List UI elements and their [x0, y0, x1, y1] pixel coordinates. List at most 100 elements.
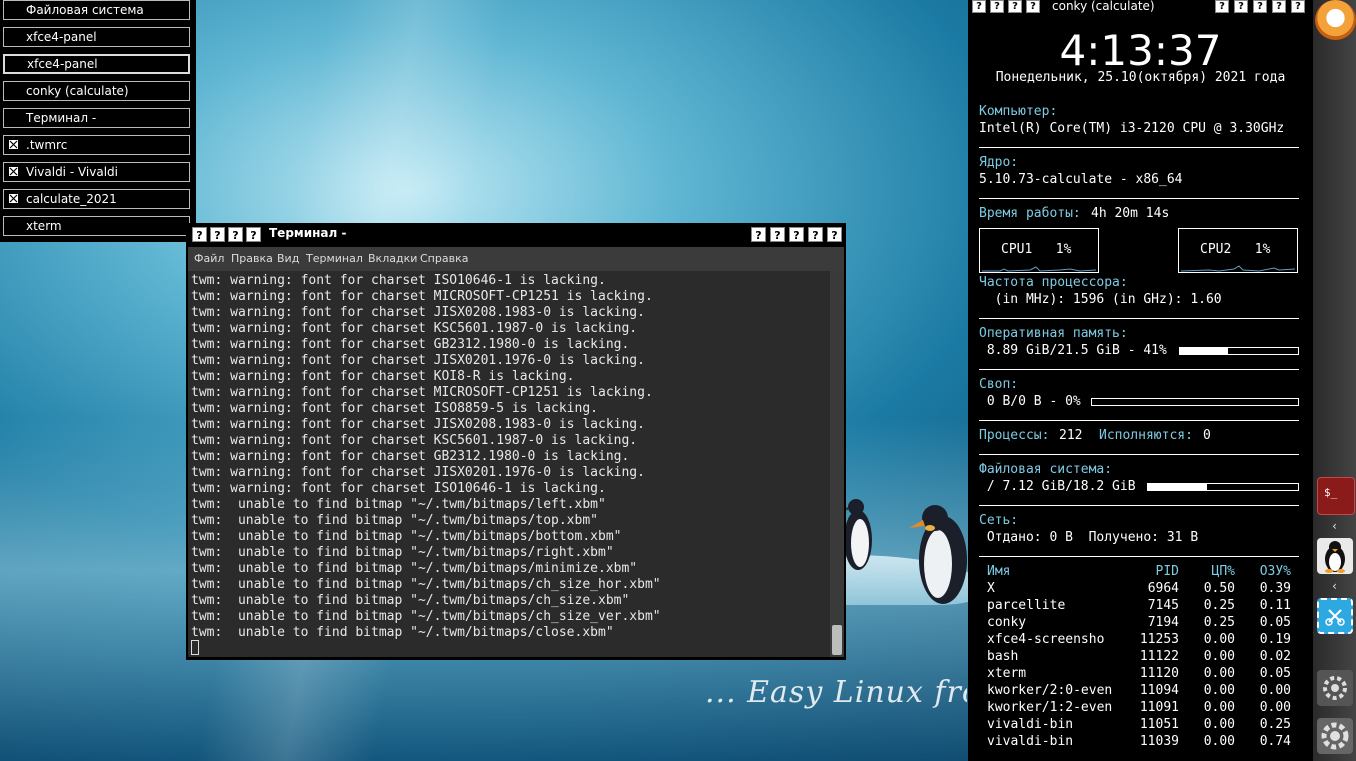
ram-bar-fill [1180, 348, 1229, 354]
filesystem-bar [1147, 483, 1299, 491]
process-table-cell: 11122 [1139, 649, 1179, 664]
menu-tabs[interactable]: Вкладки [368, 252, 417, 265]
cpu1-graph: CPU1 1% [979, 228, 1099, 273]
title-button[interactable]: ? [210, 227, 225, 242]
process-table-cell: 0.05 [1259, 666, 1291, 681]
menu-terminal[interactable]: Терминал [306, 252, 363, 265]
terminal-title: Терминал - [269, 226, 347, 240]
settings-tool-icon[interactable] [1317, 670, 1353, 706]
process-table-header: Имя [987, 564, 1011, 579]
title-button[interactable]: ? [1272, 0, 1286, 13]
terminal-line: twm: unable to find bitmap "~/.twm/bitma… [191, 625, 614, 640]
ram-bar [1179, 347, 1299, 355]
terminal-output[interactable]: twm: warning: font for charset ISO10646-… [188, 271, 830, 657]
title-button[interactable]: ? [990, 0, 1004, 13]
chevron-left-icon[interactable]: ‹ [1313, 519, 1356, 533]
screenshot-icon[interactable] [1317, 598, 1353, 634]
title-button[interactable]: ? [246, 227, 261, 242]
icon-manager-item[interactable]: .twmrc [3, 135, 190, 155]
menu-edit[interactable]: Правка [231, 252, 273, 265]
process-table-cell: xterm [987, 666, 1027, 681]
icon-manager-label: calculate_2021 [26, 192, 117, 206]
terminal-line: twm: unable to find bitmap "~/.twm/bitma… [191, 561, 638, 576]
terminal-line: twm: warning: font for charset MICROSOFT… [191, 385, 653, 400]
title-button[interactable]: ? [972, 0, 986, 13]
computer-value: Intel(R) Core(TM) i3-2120 CPU @ 3.30GHz [979, 121, 1285, 136]
app-logo-icon[interactable] [1315, 0, 1356, 40]
conky-window: ? ? ? ? conky (calculate) ? ? ? ? ? 4:13… [968, 0, 1313, 761]
title-button[interactable]: ? [1026, 0, 1040, 13]
terminal-line: twm: unable to find bitmap "~/.twm/bitma… [191, 513, 598, 528]
process-table-cell: 11120 [1139, 666, 1179, 681]
process-table-cell: 7145 [1147, 598, 1179, 613]
icon-manager-item[interactable]: xfce4-panel [3, 27, 190, 47]
terminal-line: twm: unable to find bitmap "~/.twm/bitma… [191, 577, 661, 592]
tux-icon[interactable] [1317, 538, 1353, 574]
process-table-cell: 0.05 [1259, 615, 1291, 630]
title-button[interactable]: ? [1253, 0, 1267, 13]
icon-manager-item[interactable]: conky (calculate) [3, 81, 190, 101]
icon-manager-item[interactable]: Vivaldi - Vivaldi [3, 162, 190, 182]
terminal-line: twm: unable to find bitmap "~/.twm/bitma… [191, 529, 622, 544]
terminal-scrollbar[interactable] [830, 271, 844, 657]
icon-manager-item[interactable]: Файловая система [3, 0, 190, 20]
process-table-cell: 0.00 [1203, 717, 1235, 732]
terminal-line: twm: warning: font for charset GB2312.19… [191, 449, 630, 464]
process-table-cell: X [987, 581, 995, 596]
title-button[interactable]: ? [827, 227, 842, 242]
icon-manager-item[interactable]: xterm [3, 216, 190, 236]
process-table-cell: parcellite [987, 598, 1066, 613]
terminal-launcher-icon[interactable]: $_ [1317, 477, 1355, 515]
icon-manager-label: xfce4-panel [26, 30, 97, 44]
icon-manager-label: Терминал - [26, 111, 97, 125]
swap-value: 0 B/0 B - 0% [979, 394, 1081, 409]
menu-help[interactable]: Справка [420, 252, 468, 265]
terminal-line: twm: unable to find bitmap "~/.twm/bitma… [191, 593, 630, 608]
title-button[interactable]: ? [808, 227, 823, 242]
clock-date: Понедельник, 25.10(октября) 2021 года [995, 70, 1286, 85]
menu-file[interactable]: Файл [194, 252, 224, 265]
filesystem-value: / 7.12 GiB/18.2 GiB [979, 479, 1136, 494]
cpu2-graph: CPU2 1% [1178, 228, 1298, 273]
terminal-cursor [191, 640, 199, 655]
icon-manager-label: conky (calculate) [26, 84, 129, 98]
gear-icon[interactable] [1317, 718, 1353, 754]
terminal-line: twm: warning: font for charset MICROSOFT… [191, 289, 653, 304]
title-button[interactable]: ? [1008, 0, 1022, 13]
icon-manager-item[interactable]: calculate_2021 [3, 189, 190, 209]
process-table-header: PID [1155, 564, 1179, 579]
filesystem-label: Файловая система: [979, 462, 1113, 477]
process-table-cell: 11039 [1139, 734, 1179, 749]
icon-manager-item[interactable]: xfce4-panel [3, 54, 190, 74]
title-button[interactable]: ? [1215, 0, 1229, 13]
icon-manager-item[interactable]: Терминал - [3, 108, 190, 128]
uptime-value: 4h 20m 14s [1091, 206, 1170, 221]
title-button[interactable]: ? [228, 227, 243, 242]
chevron-left-icon[interactable]: ‹ [1313, 579, 1356, 593]
process-table-cell: 0.00 [1203, 666, 1235, 681]
process-table-cell: bash [987, 649, 1019, 664]
terminal-line: twm: unable to find bitmap "~/.twm/bitma… [191, 609, 661, 624]
scrollbar-thumb[interactable] [832, 625, 842, 655]
process-table-cell: 0.00 [1203, 683, 1235, 698]
title-button[interactable]: ? [751, 227, 766, 242]
kernel-label: Ядро: [979, 155, 1019, 170]
icon-manager-label: Vivaldi - Vivaldi [26, 165, 118, 179]
divider [979, 505, 1299, 506]
conky-titlebar[interactable]: ? ? ? ? conky (calculate) ? ? ? ? ? [968, 0, 1313, 14]
icon-manager: Файловая система xfce4-panel xfce4-panel co… [0, 0, 196, 242]
title-button[interactable]: ? [192, 227, 207, 242]
divider [979, 454, 1299, 455]
title-button[interactable]: ? [1291, 0, 1305, 13]
menu-view[interactable]: Вид [277, 252, 299, 265]
terminal-titlebar[interactable]: ? ? ? ? Терминал - ? ? ? ? ? [186, 223, 846, 245]
clock-time: 4:13:37 [1059, 26, 1222, 75]
title-button[interactable]: ? [1234, 0, 1248, 13]
divider [979, 318, 1299, 319]
filesystem-bar-fill [1148, 484, 1207, 490]
title-button[interactable]: ? [770, 227, 785, 242]
title-button[interactable]: ? [789, 227, 804, 242]
icon-manager-label: Файловая система [26, 3, 144, 17]
terminal-line: twm: warning: font for charset JISX0201.… [191, 465, 645, 480]
uptime-label: Время работы: [979, 206, 1081, 221]
